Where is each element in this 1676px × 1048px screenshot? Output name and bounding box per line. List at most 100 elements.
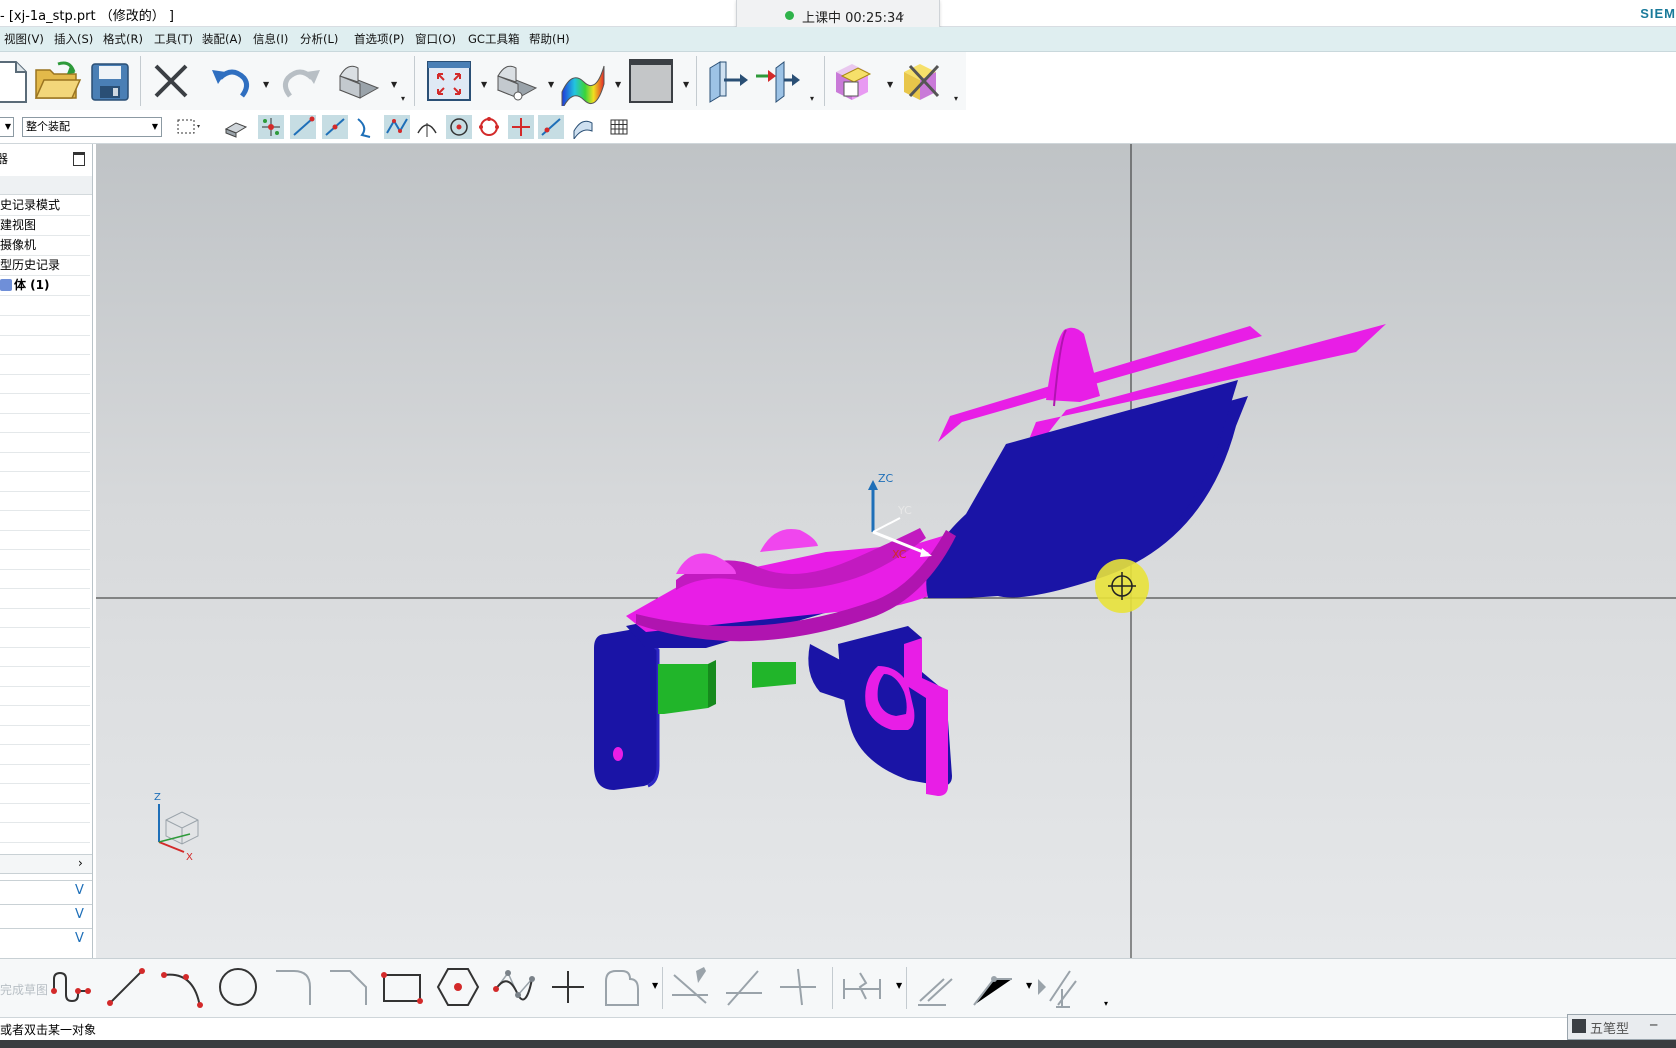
snap-points-icon[interactable] — [258, 115, 284, 139]
snap-circle-center-icon[interactable] — [446, 115, 472, 139]
maximize-icon[interactable] — [73, 152, 85, 166]
snap-arc-center-icon[interactable] — [414, 115, 440, 139]
ime-minimize-icon[interactable]: ─ — [1650, 1018, 1657, 1032]
navigator-item-cameras[interactable]: 摄像机 — [0, 236, 90, 256]
menu-info[interactable]: 信息(I) — [253, 31, 288, 47]
shade-dropdown-icon[interactable]: ▼ — [391, 80, 397, 89]
geometric-constraints-icon[interactable] — [914, 965, 958, 1009]
render-dropdown-icon[interactable]: ▼ — [548, 80, 554, 89]
grid-icon[interactable] — [606, 115, 632, 139]
dimension-dropdown-icon[interactable]: ▼ — [896, 981, 902, 990]
menu-assembly[interactable]: 装配(A) — [202, 31, 242, 47]
menu-help[interactable]: 帮助(H) — [529, 31, 570, 47]
open-folder-icon[interactable] — [32, 56, 82, 106]
navigator-item-model-views[interactable]: 建视图 — [0, 216, 90, 236]
extrude-arrow-icon[interactable] — [702, 56, 752, 106]
part-shade-icon[interactable] — [334, 56, 384, 106]
rapid-dimension-icon[interactable] — [840, 965, 884, 1009]
snap-endpoint-icon[interactable] — [290, 115, 316, 139]
component-icon[interactable] — [830, 56, 880, 106]
snap-control-point-icon[interactable] — [352, 115, 378, 139]
snap-on-surface-icon[interactable] — [570, 115, 596, 141]
circle-icon[interactable] — [216, 965, 260, 1009]
ime-indicator[interactable]: 五笔型 ─ — [1567, 1014, 1676, 1040]
toolbar-overflow-icon[interactable]: ▾ — [401, 94, 405, 103]
redo-icon[interactable] — [276, 56, 326, 106]
navigator-item-model-history[interactable]: 型历史记录 — [0, 256, 90, 276]
select-body-icon[interactable] — [222, 115, 248, 139]
snap-on-curve-icon[interactable] — [538, 115, 564, 139]
scroll-right-icon[interactable]: › — [78, 856, 83, 870]
type-filter-dropdown[interactable]: ▼ — [0, 117, 14, 137]
model-rail-ridge-2[interactable] — [760, 528, 818, 552]
menu-tools[interactable]: 工具(T) — [154, 31, 193, 47]
save-icon[interactable] — [86, 56, 136, 106]
model-upright-tab[interactable] — [1046, 327, 1100, 402]
navigator-item-history-mode[interactable]: 史记录模式 — [0, 196, 90, 216]
view-dropdown-icon[interactable]: ▼ — [481, 80, 487, 89]
wcs-xc-label: XC — [892, 548, 907, 561]
undo-dropdown-icon[interactable]: ▼ — [263, 80, 269, 89]
offset-curve-icon[interactable] — [600, 965, 644, 1009]
model-rail-ridge-1[interactable] — [676, 553, 736, 574]
menu-preferences[interactable]: 首选项(P) — [354, 31, 404, 47]
toolbar-overflow-icon[interactable]: ▾ — [1104, 999, 1108, 1008]
quick-extend-icon[interactable] — [722, 965, 766, 1009]
show-constraints-icon[interactable] — [970, 965, 1014, 1009]
make-corner-icon[interactable] — [776, 965, 820, 1009]
rectangle-icon[interactable] — [380, 965, 424, 1009]
polygon-icon[interactable] — [436, 965, 480, 1009]
chevron-down-icon: V — [75, 907, 84, 922]
model-green-block-1[interactable] — [658, 664, 708, 714]
finish-sketch-button[interactable]: 完成草图 — [0, 981, 48, 998]
background-dropdown-icon[interactable]: ▼ — [683, 80, 689, 89]
triad-x-label: X — [186, 852, 193, 863]
fillet-icon[interactable] — [272, 965, 316, 1009]
surface-color-icon[interactable] — [558, 56, 608, 111]
snap-existing-point-icon[interactable] — [508, 115, 534, 139]
component-dropdown-icon[interactable]: ▼ — [887, 80, 893, 89]
menu-window[interactable]: 窗口(O) — [415, 31, 456, 47]
menu-insert[interactable]: 插入(S) — [54, 31, 93, 47]
navigator-hscrollbar[interactable]: › — [0, 854, 92, 874]
curve-dropdown-icon[interactable]: ▼ — [652, 981, 658, 990]
snap-quadrant-icon[interactable] — [476, 115, 502, 139]
assembly-arrow-icon[interactable] — [752, 56, 802, 106]
snap-intersection-icon[interactable] — [384, 115, 410, 139]
line-icon[interactable] — [104, 965, 148, 1009]
chevron-down-icon[interactable]: ⌄ — [897, 7, 906, 20]
navigator-empty-row — [0, 569, 90, 589]
rectangle-select-icon[interactable] — [174, 115, 200, 139]
remove-component-icon[interactable] — [898, 56, 948, 106]
accordion-dependencies[interactable]: V — [0, 880, 92, 903]
scope-filter-dropdown[interactable]: 整个装配 ▼ — [22, 117, 162, 137]
toolbar-overflow-icon[interactable]: ▾ — [954, 94, 958, 103]
fit-view-icon[interactable] — [424, 56, 474, 106]
auto-constrain-icon[interactable] — [1036, 965, 1080, 1009]
undo-icon[interactable] — [206, 56, 256, 106]
delete-icon[interactable] — [146, 56, 196, 106]
chamfer-icon[interactable] — [326, 965, 370, 1009]
part-view-icon[interactable] — [492, 56, 542, 106]
constraints-dropdown-icon[interactable]: ▼ — [1026, 981, 1032, 990]
arc-icon[interactable] — [160, 965, 204, 1009]
menu-view[interactable]: 视图(V) — [4, 31, 44, 47]
accordion-preview[interactable]: V — [0, 928, 92, 951]
color-dropdown-icon[interactable]: ▼ — [615, 80, 621, 89]
model-left-bracket[interactable] — [594, 628, 658, 790]
model-green-block-2[interactable] — [752, 662, 796, 688]
profile-icon[interactable] — [48, 965, 92, 1009]
studio-spline-icon[interactable] — [492, 965, 536, 1009]
toolbar-overflow-icon[interactable]: ▾ — [810, 94, 814, 103]
menu-analysis[interactable]: 分析(L) — [300, 31, 338, 47]
menu-gc-toolbox[interactable]: GC工具箱 — [468, 31, 519, 47]
menu-format[interactable]: 格式(R) — [103, 31, 143, 47]
model-assembly[interactable] — [594, 324, 1386, 796]
quick-trim-icon[interactable] — [668, 965, 712, 1009]
background-icon[interactable] — [626, 56, 676, 106]
graphics-window[interactable]: ZC YC XC Z X — [96, 144, 1676, 958]
navigator-item-body[interactable]: 体 (1) — [0, 276, 90, 296]
point-icon[interactable] — [546, 965, 590, 1009]
snap-midpoint-icon[interactable] — [322, 115, 348, 139]
accordion-details[interactable]: V — [0, 904, 92, 927]
